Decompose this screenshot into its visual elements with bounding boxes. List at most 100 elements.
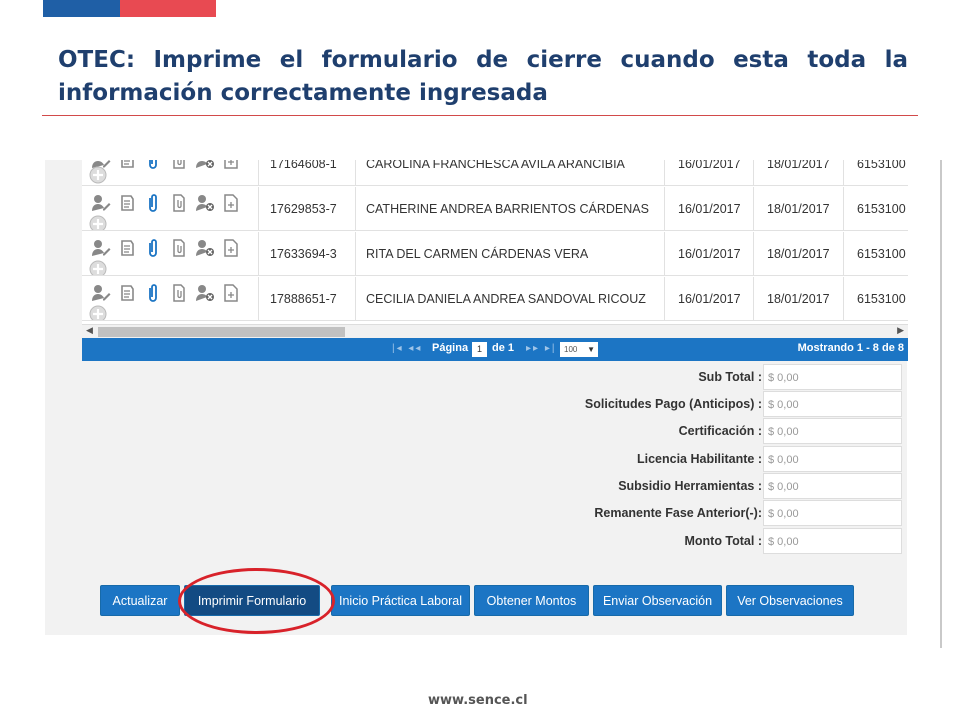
page-count: de 1 — [492, 342, 515, 354]
cell-date-start: 16/01/2017 — [665, 277, 754, 320]
cell-date-start: 16/01/2017 — [665, 187, 754, 230]
file-add-icon[interactable] — [218, 160, 244, 170]
chevron-down-icon: ▼ — [587, 345, 595, 354]
totals-label: Sub Total : — [698, 370, 762, 384]
page-size-value: 100 — [564, 345, 578, 354]
totals-row: Monto Total : $ 0,00 — [82, 528, 908, 555]
totals-label: Monto Total : — [684, 534, 762, 548]
cell-code: 6153100 — [857, 246, 906, 261]
table-row[interactable]: 17633694-3 RITA DEL CARMEN CÁRDENAS VERA… — [82, 232, 908, 276]
footer-url: www.sence.cl — [428, 693, 528, 708]
cell-date-start: 16/01/2017 — [665, 232, 754, 275]
page-input[interactable]: 1 — [472, 342, 487, 357]
totals-label: Certificación : — [678, 424, 762, 438]
cell-date-end: 18/01/2017 — [754, 277, 844, 320]
cell-code: 6153100 — [857, 291, 906, 306]
first-prev-page-icon[interactable]: |◂ ◂◂ — [392, 343, 422, 354]
participants-grid: 17164608-1 CAROLINA FRANCHESCA AVILA ARA… — [82, 160, 908, 324]
table-row[interactable]: 17888651-7 CECILIA DANIELA ANDREA SANDOV… — [82, 277, 908, 321]
cell-code: 6153100 — [857, 160, 906, 171]
totals-label: Licencia Habilitante : — [636, 452, 762, 466]
cell-rut: 17629853-7 — [259, 187, 356, 230]
scroll-right-icon[interactable]: ▶ — [897, 326, 904, 336]
totals-field[interactable]: $ 0,00 — [763, 473, 902, 499]
totals-row: Licencia Habilitante : $ 0,00 — [82, 446, 908, 473]
totals-row: Remanente Fase Anterior(-): $ 0,00 — [82, 500, 908, 527]
cell-code: 6153100 — [857, 201, 906, 216]
cell-name: RITA DEL CARMEN CÁRDENAS VERA — [356, 232, 665, 275]
document-list-icon[interactable] — [114, 238, 140, 258]
totals-row: Certificación : $ 0,00 — [82, 418, 908, 445]
document-list-icon[interactable] — [114, 160, 140, 170]
paperclip-icon[interactable] — [140, 238, 166, 258]
slide-title: OTEC: Imprime el formulario de cierre cu… — [58, 47, 908, 106]
totals-row: Solicitudes Pago (Anticipos) : $ 0,00 — [82, 391, 908, 418]
records-count: Mostrando 1 - 8 de 8 — [797, 342, 904, 354]
file-attach-icon[interactable] — [166, 193, 192, 213]
cell-rut: 17888651-7 — [259, 277, 356, 320]
scroll-left-icon[interactable]: ◀ — [86, 326, 93, 336]
user-remove-icon[interactable] — [192, 193, 218, 213]
cell-date-start: 16/01/2017 — [665, 160, 754, 185]
user-edit-icon[interactable] — [88, 283, 114, 303]
totals-field[interactable]: $ 0,00 — [763, 418, 902, 444]
scrollbar-thumb[interactable] — [98, 327, 345, 337]
totals-field[interactable]: $ 0,00 — [763, 391, 902, 417]
paperclip-icon[interactable] — [140, 193, 166, 213]
totals-label: Remanente Fase Anterior(-): — [594, 506, 762, 520]
expand-plus-icon[interactable] — [89, 305, 107, 320]
user-remove-icon[interactable] — [192, 160, 218, 170]
inicio-practica-laboral-button[interactable]: Inicio Práctica Laboral — [331, 585, 470, 616]
totals-field[interactable]: $ 0,00 — [763, 446, 902, 472]
row-actions — [82, 277, 259, 320]
paperclip-icon[interactable] — [140, 160, 166, 170]
table-row[interactable]: 17629853-7 CATHERINE ANDREA BARRIENTOS C… — [82, 187, 908, 231]
page-size-select[interactable]: 100 ▼ — [560, 342, 598, 357]
obtener-montos-button[interactable]: Obtener Montos — [474, 585, 589, 616]
row-actions — [82, 160, 259, 185]
brand-color-bar — [43, 0, 216, 17]
horizontal-scrollbar[interactable]: ◀ ▶ — [82, 324, 908, 338]
totals-field[interactable]: $ 0,00 — [763, 500, 902, 526]
file-attach-icon[interactable] — [166, 283, 192, 303]
file-attach-icon[interactable] — [166, 160, 192, 170]
totals-label: Solicitudes Pago (Anticipos) : — [584, 397, 762, 411]
user-edit-icon[interactable] — [88, 193, 114, 213]
user-edit-icon[interactable] — [88, 238, 114, 258]
expand-plus-icon[interactable] — [89, 166, 107, 184]
totals-row: Sub Total : $ 0,00 — [82, 364, 908, 391]
user-remove-icon[interactable] — [192, 238, 218, 258]
user-remove-icon[interactable] — [192, 283, 218, 303]
file-add-icon[interactable] — [218, 238, 244, 258]
file-attach-icon[interactable] — [166, 238, 192, 258]
cell-rut: 17633694-3 — [259, 232, 356, 275]
enviar-observacion-button[interactable]: Enviar Observación — [593, 585, 722, 616]
document-list-icon[interactable] — [114, 283, 140, 303]
paperclip-icon[interactable] — [140, 283, 166, 303]
cell-date-end: 18/01/2017 — [754, 187, 844, 230]
cell-rut: 17164608-1 — [259, 160, 356, 185]
next-last-page-icon[interactable]: ▸▸ ▸| — [526, 343, 556, 354]
file-add-icon[interactable] — [218, 193, 244, 213]
cell-name: CECILIA DANIELA ANDREA SANDOVAL RICOUZ — [356, 277, 665, 320]
ver-observaciones-button[interactable]: Ver Observaciones — [726, 585, 854, 616]
page-label: Página — [432, 342, 469, 354]
totals-field[interactable]: $ 0,00 — [763, 528, 902, 554]
totals-field[interactable]: $ 0,00 — [763, 364, 902, 390]
app-screenshot: 17164608-1 CAROLINA FRANCHESCA AVILA ARA… — [28, 160, 942, 648]
table-row[interactable]: 17164608-1 CAROLINA FRANCHESCA AVILA ARA… — [82, 160, 908, 186]
totals-label: Subsidio Herramientas : — [618, 479, 762, 493]
document-list-icon[interactable] — [114, 193, 140, 213]
title-divider — [42, 115, 918, 116]
actualizar-button[interactable]: Actualizar — [100, 585, 180, 616]
cell-date-end: 18/01/2017 — [754, 232, 844, 275]
app-panel: 17164608-1 CAROLINA FRANCHESCA AVILA ARA… — [45, 160, 908, 635]
cell-name: CAROLINA FRANCHESCA AVILA ARANCIBIA — [356, 160, 665, 185]
grid-pager: |◂ ◂◂ Página 1 de 1 ▸▸ ▸| 100 ▼ Mostrando… — [82, 338, 908, 361]
expand-plus-icon[interactable] — [89, 260, 107, 275]
totals-row: Subsidio Herramientas : $ 0,00 — [82, 473, 908, 500]
file-add-icon[interactable] — [218, 283, 244, 303]
expand-plus-icon[interactable] — [89, 215, 107, 230]
row-actions — [82, 232, 259, 275]
highlight-ellipse — [178, 568, 335, 634]
